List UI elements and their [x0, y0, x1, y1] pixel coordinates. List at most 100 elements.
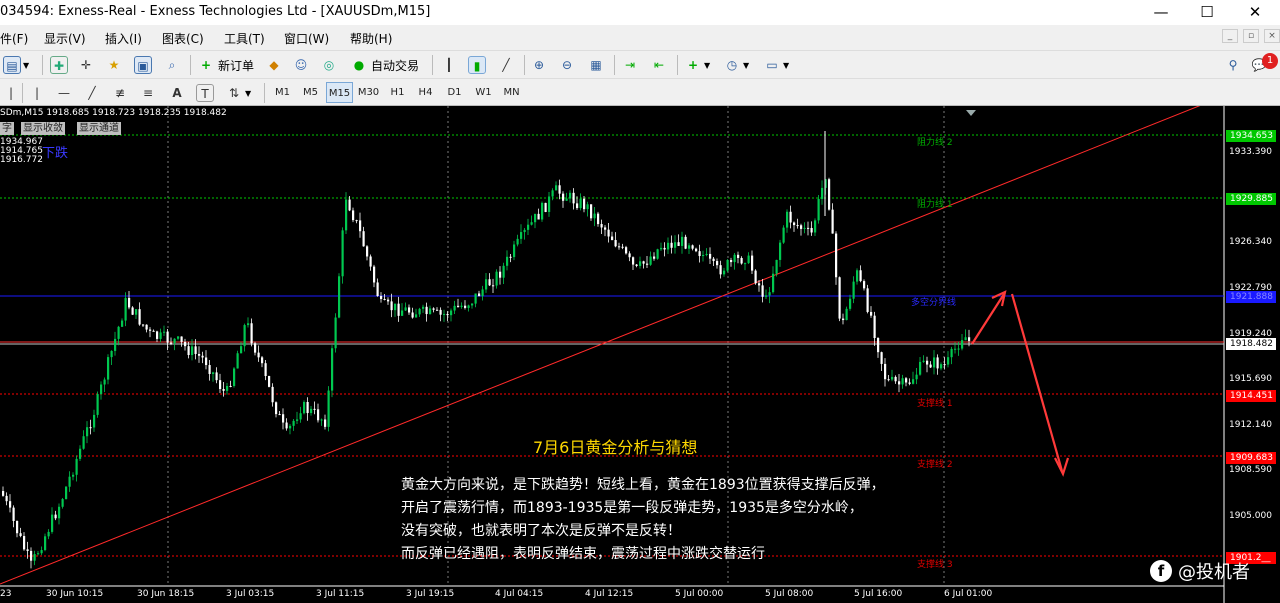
search-button[interactable]: ⚲	[1224, 54, 1242, 76]
periods-button[interactable]: ◷ ▼	[723, 54, 749, 76]
metaeditor-button[interactable]: ◆	[265, 54, 283, 76]
candle-body	[775, 259, 778, 274]
candle-body	[677, 242, 680, 246]
tile-windows-button[interactable]: ▦	[587, 54, 605, 76]
candle-body	[933, 357, 936, 368]
text-button[interactable]: A	[168, 82, 186, 104]
auto-scroll-icon: ⇥	[624, 58, 636, 72]
navigator-button[interactable]: ▣	[134, 54, 152, 76]
signals-button[interactable]: ◎	[320, 54, 338, 76]
channel-button[interactable]: ≢	[111, 82, 129, 104]
minimize-button[interactable]: —	[1138, 0, 1184, 25]
price-chart[interactable]: SDm,M15 1918.685 1918.723 1918.235 1918.…	[0, 106, 1280, 603]
show-convergence-button[interactable]: 显示收敛	[21, 122, 65, 135]
market-watch-button[interactable]: ✚	[50, 54, 68, 76]
mdi-minimize-icon[interactable]: _	[1222, 29, 1238, 43]
fibonacci-button[interactable]: ≡	[139, 82, 157, 104]
menu-charts[interactable]: 图表(C)	[162, 30, 204, 47]
menu-view[interactable]: 显示(V)	[44, 30, 86, 47]
candle-body	[103, 379, 106, 385]
candle-body	[485, 279, 488, 290]
line-chart-button[interactable]: ╱	[497, 54, 515, 76]
analysis-line-4: 而反弹已经遇阻，表明反弹结束，震荡过程中涨跌交替运行	[401, 546, 765, 562]
candle-body	[240, 346, 243, 354]
profiles-button[interactable]: ▤ ▼	[3, 54, 29, 76]
maximize-button[interactable]: ☐	[1184, 0, 1230, 25]
window-title: 034594: Exness-Real - Exness Technologie…	[0, 4, 431, 19]
candle-body	[779, 242, 782, 260]
crosshair-button[interactable]: ✛	[77, 54, 95, 76]
indicator-button-1[interactable]: 字	[0, 122, 14, 135]
vertical-line-icon: |	[34, 86, 40, 100]
auto-trading-button[interactable]: ● 自动交易	[350, 54, 419, 76]
candle-body	[576, 203, 579, 209]
mdi-close-icon[interactable]: ×	[1264, 29, 1280, 43]
tf-m1[interactable]: M1	[269, 82, 296, 103]
candle-body	[597, 213, 600, 225]
show-channel-button[interactable]: 显示通道	[77, 122, 121, 135]
tf-h4[interactable]: H4	[412, 82, 439, 103]
arrows-button[interactable]: ⇅ ▼	[225, 82, 251, 104]
new-order-button[interactable]: + 新订单	[197, 54, 254, 76]
favorites-button[interactable]: ★	[105, 54, 123, 76]
menu-tools[interactable]: 工具(T)	[224, 30, 265, 47]
tf-d1[interactable]: D1	[441, 82, 468, 103]
candle-body	[635, 264, 638, 266]
plus-chart-icon: ✚	[50, 56, 68, 74]
time-axis-label: 30 Jun 10:15	[46, 589, 104, 599]
candle-body	[201, 355, 204, 358]
tf-m30[interactable]: M30	[355, 82, 382, 103]
candle-body	[590, 204, 593, 219]
tf-w1[interactable]: W1	[470, 82, 497, 103]
templates-button[interactable]: ▭ ▼	[763, 54, 789, 76]
horizontal-line-button[interactable]: —	[55, 82, 73, 104]
text-label-button[interactable]: T	[196, 82, 214, 104]
candle-body	[719, 265, 722, 275]
candle-body	[663, 247, 666, 250]
candle-body	[957, 348, 960, 350]
candle-body	[180, 336, 183, 342]
chart-shift-button[interactable]: ⇤	[650, 54, 668, 76]
price-axis-label: 1912.140	[1229, 420, 1272, 430]
vertical-line-button[interactable]: |	[28, 82, 46, 104]
indicators-button[interactable]: + ▼	[684, 54, 710, 76]
candle-body	[474, 293, 477, 304]
candlestick-button[interactable]: ▮	[468, 54, 486, 76]
trendline-button[interactable]: ╱	[83, 82, 101, 104]
standard-toolbar: ▤ ▼ ✚ ✛ ★ ▣ ⌕ + 新订单 ◆ ☺ ◎ ● 自动交易 ┃ ▮ ╱ ⊕ ⊖ …	[0, 50, 1280, 78]
zoom-window-button[interactable]: ⌕	[163, 54, 181, 76]
candle-body	[667, 242, 670, 250]
candle-body	[579, 198, 582, 209]
bar-chart-button[interactable]: ┃	[440, 54, 458, 76]
gold-bar-icon: ◆	[269, 58, 279, 72]
analysis-line-2: 开启了震荡行情，而1893-1935是第一段反弹走势，1935是多空分水岭，	[401, 500, 863, 516]
candle-body	[852, 281, 855, 299]
zoom-out-button[interactable]: ⊖	[558, 54, 576, 76]
close-button[interactable]: ✕	[1232, 0, 1278, 25]
zoom-in-button[interactable]: ⊕	[530, 54, 548, 76]
candle-body	[849, 298, 852, 309]
candle-body	[37, 553, 40, 555]
notifications-button[interactable]: 💬 1	[1250, 53, 1278, 76]
candle-body	[527, 224, 530, 230]
chevron-down-icon: ▼	[23, 60, 30, 70]
menu-window[interactable]: 窗口(W)	[284, 30, 329, 47]
menu-insert[interactable]: 插入(I)	[105, 30, 142, 47]
auto-scroll-button[interactable]: ⇥	[621, 54, 639, 76]
community-button[interactable]: ☺	[292, 54, 310, 76]
candle-body	[44, 536, 47, 551]
tf-m15[interactable]: M15	[326, 82, 353, 103]
mdi-restore-icon[interactable]: ▫	[1243, 29, 1259, 43]
tf-mn[interactable]: MN	[498, 82, 525, 103]
candle-body	[306, 402, 309, 414]
menu-file[interactable]: 件(F)	[0, 30, 28, 47]
support-2-label: 支撑线 2	[917, 460, 953, 470]
time-axis-label: 5 Jul 00:00	[675, 589, 724, 599]
tf-h1[interactable]: H1	[384, 82, 411, 103]
candle-body	[695, 248, 698, 252]
candle-body	[936, 357, 939, 369]
menu-help[interactable]: 帮助(H)	[350, 30, 392, 47]
cursor-button[interactable]: |	[2, 82, 20, 104]
tf-m5[interactable]: M5	[297, 82, 324, 103]
candle-body	[611, 236, 614, 241]
